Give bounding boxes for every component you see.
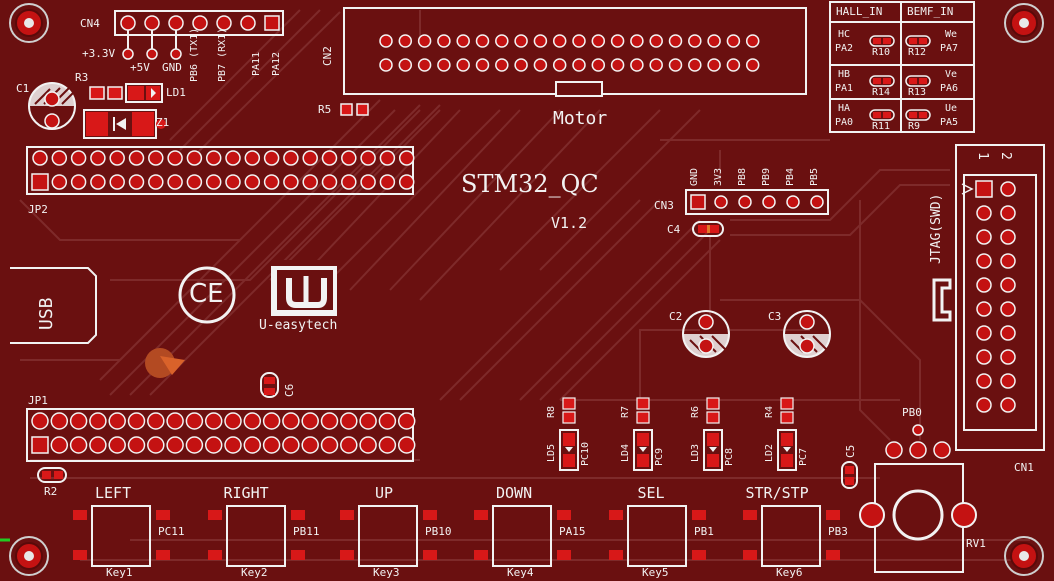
led-pin-label: PC8 [724, 447, 735, 466]
bemf-pin-label: PA5 [940, 117, 959, 128]
bemf-phase-label: Ue [945, 103, 958, 114]
key-pin-label: PB11 [293, 525, 320, 538]
key-designator: Key5 [642, 566, 669, 579]
usb-label: USB [36, 297, 57, 330]
led-designator: LD4 [620, 443, 631, 462]
rv1-designator: RV1 [966, 537, 986, 550]
board-version: V1.2 [551, 214, 588, 232]
c3-designator: C3 [768, 310, 782, 323]
c1-designator: C1 [16, 82, 30, 95]
hall-resistor-r1: R10 [872, 47, 891, 58]
hall-pin-label: PA1 [835, 83, 854, 94]
key-pin-label: PA15 [559, 525, 586, 538]
cn1-number-1: 1 [975, 152, 990, 160]
led-resistor-designator: R7 [620, 405, 631, 418]
z1-designator: Z1 [156, 116, 170, 129]
pcb-board: CN4 +3.3V +5V GND PB6 (TX1) PB7 (RX1) PA… [0, 0, 1054, 581]
key-pin-label: PB1 [694, 525, 714, 538]
led-pin-label: PC9 [654, 447, 665, 466]
rv1-potentiometer [859, 463, 977, 573]
cn4-pin-pa12: PA12 [271, 51, 282, 76]
key-designator: Key4 [507, 566, 534, 579]
cn2-header [343, 7, 807, 97]
cn3-pin-pb9: PB9 [761, 167, 772, 186]
c4-designator: C4 [667, 223, 681, 236]
key-title: LEFT [95, 484, 132, 502]
key-title: STR/STP [745, 484, 809, 502]
key-pin-label: PC11 [158, 525, 185, 538]
bemf-pin-label: PA6 [940, 83, 959, 94]
led-resistor-designator: R8 [546, 405, 557, 418]
c2-designator: C2 [669, 310, 683, 323]
cn1-header [932, 144, 1045, 451]
jtag-label: JTAG(SWD) [929, 193, 944, 264]
hall-header: HALL_IN [836, 5, 883, 18]
hall-resistor-r2: R12 [908, 47, 927, 58]
cn3-pin-pb8: PB8 [737, 167, 748, 186]
cn2-designator: CN2 [321, 46, 334, 66]
ce-text: CE [189, 279, 224, 309]
bemf-phase-label: Ve [945, 69, 958, 80]
key-designator: Key1 [106, 566, 133, 579]
hall-sensor-label: HB [838, 69, 851, 80]
led-resistor-designator: R6 [690, 405, 701, 418]
motor-label: Motor [553, 108, 608, 129]
bemf-header: BEMF_IN [907, 5, 954, 18]
key-designator: Key6 [776, 566, 803, 579]
key-pin-label: PB3 [828, 525, 848, 538]
r5-designator: R5 [318, 103, 332, 116]
jp2-designator: JP2 [28, 203, 48, 216]
cn4-pin-5v: +5V [130, 61, 150, 74]
board-title: STM32_QC [461, 170, 599, 198]
debris [145, 348, 185, 378]
cn3-designator: CN3 [654, 199, 674, 212]
cn3-header [685, 189, 829, 215]
logo-text: U-easytech [259, 318, 338, 333]
cn1-number-2: 2 [998, 152, 1013, 160]
cn4-pin-pb7: PB7 (RX1) [217, 27, 228, 82]
hall-sensor-label: HC [838, 29, 851, 40]
key-title: RIGHT [223, 484, 269, 502]
key-title: SEL [637, 484, 665, 502]
cn4-designator: CN4 [80, 17, 100, 30]
c6-designator: C6 [283, 383, 296, 397]
key-designator: Key3 [373, 566, 400, 579]
jp1-designator: JP1 [28, 394, 48, 407]
hall-resistor-r2: R13 [908, 87, 927, 98]
led-pin-label: PC10 [580, 441, 591, 466]
led-designator: LD5 [546, 443, 557, 462]
key-designator: Key2 [241, 566, 268, 579]
led-designator: LD3 [690, 443, 701, 462]
key-pin-label: PB10 [425, 525, 452, 538]
c5-designator: C5 [844, 444, 857, 458]
r3-designator: R3 [75, 71, 89, 84]
cn4-pin-pb6: PB6 (TX1) [189, 27, 200, 82]
hall-resistor-r2: R9 [908, 121, 921, 132]
led-designator: LD2 [764, 443, 775, 462]
key-title: DOWN [496, 484, 533, 502]
bemf-pin-label: PA7 [940, 43, 959, 54]
hall-sensor-label: HA [838, 103, 851, 114]
ld1-designator: LD1 [166, 86, 186, 99]
logo [271, 260, 337, 316]
cn3-pin-gnd: GND [689, 167, 700, 186]
cn3-pin-3v3: 3V3 [713, 167, 724, 186]
r2-designator: R2 [44, 485, 58, 498]
cn3-pin-pb5: PB5 [809, 167, 820, 186]
pb0-label: PB0 [902, 406, 922, 419]
jp1-header [26, 408, 416, 462]
hall-pin-label: PA0 [835, 117, 854, 128]
cn4-pin-pa11: PA11 [251, 51, 262, 76]
led-resistor-designator: R4 [764, 405, 775, 418]
cn4-pin-3v3: +3.3V [82, 47, 116, 60]
hall-resistor-r1: R14 [872, 87, 891, 98]
hall-pin-label: PA2 [835, 43, 854, 54]
cn1-designator: CN1 [1014, 461, 1034, 474]
key-title: UP [375, 484, 394, 502]
cn3-pin-pb4: PB4 [785, 167, 796, 186]
bemf-phase-label: We [945, 29, 958, 40]
cn4-pin-gnd: GND [162, 61, 182, 74]
hall-resistor-r1: R11 [872, 121, 891, 132]
led-pin-label: PC7 [798, 447, 809, 466]
